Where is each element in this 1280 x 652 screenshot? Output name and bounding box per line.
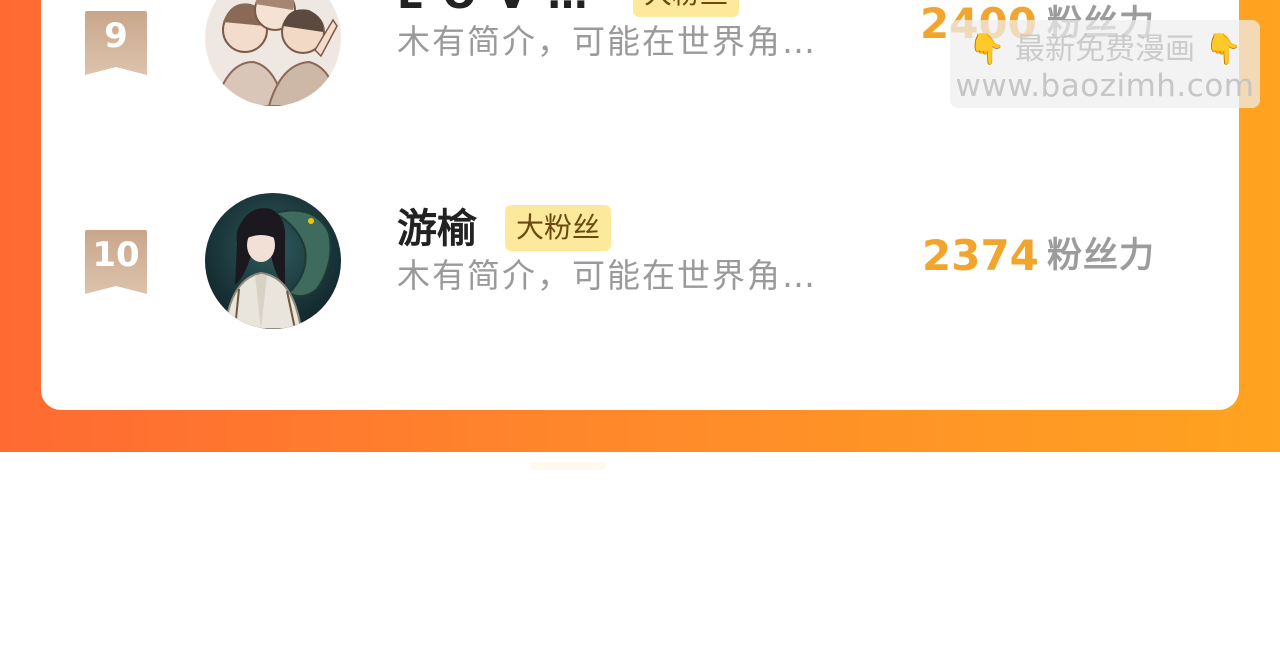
site-watermark: 👇 最新免费漫画 👇 www.baozimh.com: [950, 20, 1260, 108]
watermark-line1: 👇 最新免费漫画 👇: [950, 32, 1260, 68]
user-name[interactable]: 游榆: [397, 205, 477, 253]
rank-badge: 10: [85, 230, 147, 294]
user-avatar[interactable]: [205, 0, 341, 106]
divider: [530, 462, 606, 470]
rank-badge: 9: [85, 11, 147, 75]
user-name[interactable]: L–O–V–…: [397, 0, 587, 19]
pointing-down-hand-icon: 👇: [968, 32, 1006, 67]
pointing-down-hand-icon: 👇: [1204, 32, 1242, 67]
avatar-anime-character-icon: [205, 193, 341, 329]
watermark-text: 最新免费漫画: [1015, 32, 1195, 67]
user-intro: 木有简介，可能在世界角…: [397, 22, 817, 61]
avatar-group-sketch-icon: [205, 0, 341, 106]
user-intro: 木有简介，可能在世界角…: [397, 256, 817, 295]
user-avatar[interactable]: [205, 193, 341, 329]
fan-power-score: 2374: [922, 231, 1039, 280]
fan-level-tag: 大粉丝: [633, 0, 740, 17]
fan-level-tag: 大粉丝: [505, 205, 612, 251]
rank-number: 10: [92, 235, 140, 275]
fan-power-label: 粉丝力: [1047, 236, 1156, 276]
watermark-url: www.baozimh.com: [955, 68, 1255, 104]
rank-number: 9: [104, 16, 128, 56]
ranking-row[interactable]: 10 游榆 大粉丝 木有简介，可能在世界角… 2374 粉丝力: [41, 192, 1239, 332]
